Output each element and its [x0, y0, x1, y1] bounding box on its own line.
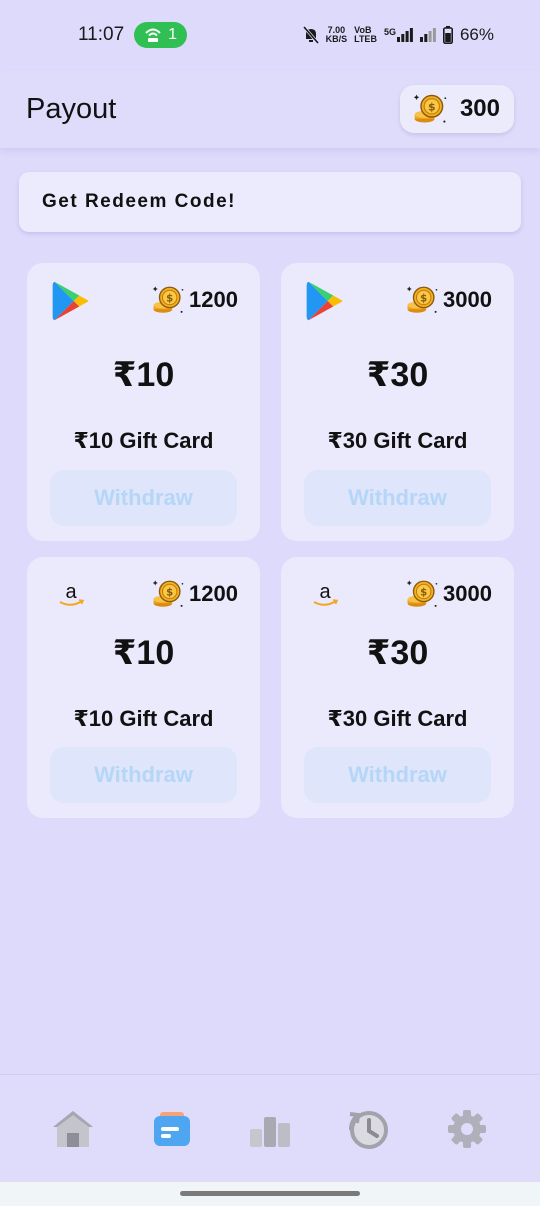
amazon-logo-icon: a [47, 571, 95, 619]
nav-settings[interactable] [437, 1099, 497, 1159]
coin-cost-value: 1200 [189, 581, 238, 606]
card-amount: ₹30 [366, 356, 429, 394]
withdraw-button[interactable]: Withdraw [304, 747, 491, 803]
mute-bell-icon [302, 26, 319, 44]
card-amount: ₹10 [112, 634, 175, 672]
coin-icon [151, 577, 185, 611]
nav-leaderboard[interactable] [240, 1099, 300, 1159]
net-speed-unit: KB/S [325, 34, 348, 44]
coin-cost: 3000 [405, 283, 492, 317]
coin-cost: 1200 [151, 577, 238, 611]
gift-card-google-play-30: 3000 ₹30 ₹30 Gift Card Withdraw [281, 263, 514, 541]
coin-balance[interactable]: 300 [399, 85, 514, 133]
app-header: Payout 300 [0, 70, 540, 148]
nav-history[interactable] [338, 1099, 398, 1159]
hotspot-count: 1 [168, 26, 178, 43]
volte-bottom: LTEB [354, 34, 377, 44]
card-name: ₹10 Gift Card [73, 428, 214, 453]
card-name: ₹10 Gift Card [73, 706, 214, 731]
withdraw-button[interactable]: Withdraw [304, 470, 491, 526]
bottom-navigation [0, 1074, 540, 1182]
redeem-code-banner[interactable]: Get Redeem Code! [19, 172, 521, 232]
volte-indicator: VoB LTEB [354, 26, 377, 44]
hotspot-indicator[interactable]: 1 [134, 22, 188, 48]
redeem-code-label: Get Redeem Code! [42, 191, 236, 212]
signal-5g: 5G [384, 28, 413, 42]
card-name: ₹30 Gift Card [327, 428, 468, 453]
coin-balance-value: 300 [459, 95, 500, 122]
hotspot-icon [145, 28, 161, 42]
signal-strength-2-icon [419, 28, 436, 42]
nav-home[interactable] [43, 1099, 103, 1159]
payout-screen: 11:07 1 7.00 KB/S VoB LTEB 5G 66% Payout… [0, 0, 540, 1206]
nav-payout[interactable] [142, 1099, 202, 1159]
status-time: 11:07 [78, 24, 125, 45]
amazon-logo-text: a [319, 581, 331, 603]
network-type: 5G [383, 27, 396, 37]
coin-icon [405, 577, 439, 611]
withdraw-button[interactable]: Withdraw [50, 470, 237, 526]
gift-card-google-play-10: 1200 ₹10 ₹10 Gift Card Withdraw [27, 263, 260, 541]
net-speed: 7.00 KB/S [326, 26, 348, 44]
gift-card-amazon-30: a 3000 ₹30 ₹30 Gift Card Withdraw [281, 557, 514, 818]
system-gesture-area [0, 1182, 540, 1206]
history-icon [349, 1110, 389, 1149]
home-gesture-bar[interactable] [180, 1191, 360, 1196]
google-play-logo-icon [47, 277, 95, 325]
coin-icon [412, 91, 448, 127]
card-amount: ₹10 [112, 356, 175, 394]
coin-icon [405, 283, 439, 317]
card-amount: ₹30 [366, 634, 429, 672]
coin-icon [151, 283, 185, 317]
card-name: ₹30 Gift Card [327, 706, 468, 731]
home-icon [53, 1110, 94, 1147]
amazon-logo-icon: a [301, 571, 349, 619]
page-title: Payout [26, 92, 117, 125]
status-bar: 11:07 1 7.00 KB/S VoB LTEB 5G 66% [0, 0, 540, 70]
google-play-logo-icon [301, 277, 349, 325]
coin-cost-value: 3000 [443, 581, 492, 606]
signal-strength-icon [396, 28, 413, 42]
settings-icon [447, 1109, 486, 1148]
gift-card-amazon-10: a 1200 ₹10 ₹10 Gift Card Withdraw [27, 557, 260, 818]
withdraw-button[interactable]: Withdraw [50, 747, 237, 803]
battery-icon [442, 26, 453, 44]
amazon-logo-text: a [65, 581, 77, 603]
coin-cost: 3000 [405, 577, 492, 611]
status-icons: 7.00 KB/S VoB LTEB 5G 66% [302, 25, 494, 45]
coin-cost-value: 3000 [443, 287, 492, 312]
coin-cost-value: 1200 [189, 287, 238, 312]
coin-cost: 1200 [151, 283, 238, 317]
payout-wallet-icon [153, 1111, 190, 1146]
leaderboard-icon [249, 1116, 290, 1147]
battery-percent: 66% [459, 25, 494, 44]
